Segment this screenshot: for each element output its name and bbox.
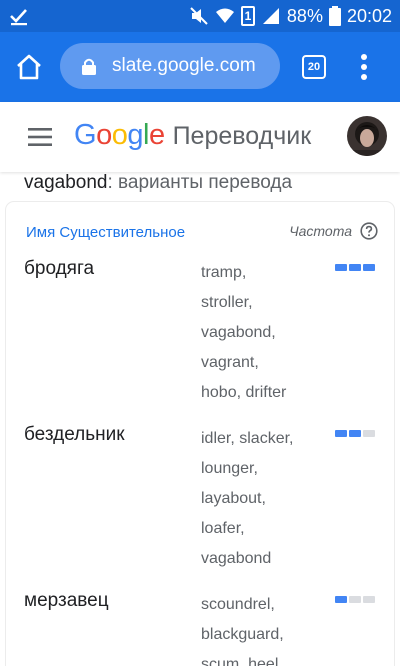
browser-toolbar: slate.google.com 20 xyxy=(0,32,400,102)
heading-suffix: : варианты перевода xyxy=(107,172,293,193)
translation-word[interactable]: бездельник xyxy=(24,424,125,446)
frequency-bar xyxy=(335,596,347,603)
avatar[interactable] xyxy=(347,116,387,156)
battery-percent: 88% xyxy=(286,5,323,26)
synonym[interactable]: hobo, drifter xyxy=(201,378,331,408)
sim-slot-badge: 1 xyxy=(240,6,255,26)
synonym[interactable]: vagabond, xyxy=(201,318,331,348)
synonym-list: scoundrel, blackguard, scum, heel, xyxy=(201,590,331,666)
lock-icon xyxy=(82,58,96,75)
synonym-list: tramp, stroller, vagabond, vagrant, hobo… xyxy=(201,258,331,408)
tab-switcher-button[interactable]: 20 xyxy=(302,55,326,79)
translation-word[interactable]: бродяга xyxy=(24,258,94,280)
mute-icon xyxy=(190,7,208,25)
frequency-bar xyxy=(363,430,375,437)
synonym[interactable]: idler, slacker, xyxy=(201,424,331,454)
help-icon[interactable] xyxy=(360,222,378,240)
frequency-bar xyxy=(335,264,347,271)
frequency-meter xyxy=(335,596,375,603)
synonym[interactable]: loafer, xyxy=(201,514,331,544)
synonym-list: idler, slacker, lounger, layabout, loafe… xyxy=(201,424,331,574)
translation-word[interactable]: мерзавец xyxy=(24,590,109,612)
more-vert-icon[interactable] xyxy=(356,50,372,84)
menu-icon[interactable] xyxy=(28,127,52,147)
synonym[interactable]: scum, heel, xyxy=(201,650,331,666)
synonym[interactable]: stroller, xyxy=(201,288,331,318)
part-of-speech-label: Имя Существительное xyxy=(26,224,186,241)
google-translate-logo[interactable]: Google Переводчик xyxy=(74,119,311,152)
frequency-bar xyxy=(363,596,375,603)
clock: 20:02 xyxy=(346,5,392,26)
home-icon[interactable] xyxy=(14,52,44,82)
page-title: vagabond: варианты перевода xyxy=(24,172,292,194)
synonym[interactable]: lounger, xyxy=(201,454,331,484)
signal-icon xyxy=(262,8,279,24)
google-logo: Google xyxy=(74,119,165,151)
synonym[interactable]: tramp, xyxy=(201,258,331,288)
status-bar: 1 88% 20:02 xyxy=(0,0,400,32)
frequency-meter xyxy=(335,430,375,437)
avatar-image xyxy=(347,116,387,156)
synonym[interactable]: scoundrel, xyxy=(201,590,331,620)
frequency-header: Частота xyxy=(289,222,378,240)
frequency-label: Частота xyxy=(289,223,352,239)
synonym[interactable]: blackguard, xyxy=(201,620,331,650)
download-done-icon xyxy=(10,9,27,26)
synonym[interactable]: layabout, xyxy=(201,484,331,514)
frequency-bar xyxy=(349,264,361,271)
frequency-bar xyxy=(349,430,361,437)
frequency-meter xyxy=(335,264,375,271)
translations-panel: vagabond: варианты перевода Имя Существи… xyxy=(0,172,400,666)
source-word: vagabond xyxy=(24,172,108,193)
synonym[interactable]: vagrant, xyxy=(201,348,331,378)
url-text: slate.google.com xyxy=(112,55,256,76)
address-bar[interactable]: slate.google.com xyxy=(60,43,280,89)
battery-icon xyxy=(328,6,341,26)
frequency-bar xyxy=(335,430,347,437)
app-header: Google Переводчик xyxy=(0,102,400,172)
frequency-bar xyxy=(363,264,375,271)
product-name: Переводчик xyxy=(172,122,312,150)
synonym[interactable]: vagabond xyxy=(201,544,331,574)
wifi-icon xyxy=(215,8,234,23)
translations-card: Имя Существительное Частота бродяга tram… xyxy=(6,202,394,666)
frequency-bar xyxy=(349,596,361,603)
